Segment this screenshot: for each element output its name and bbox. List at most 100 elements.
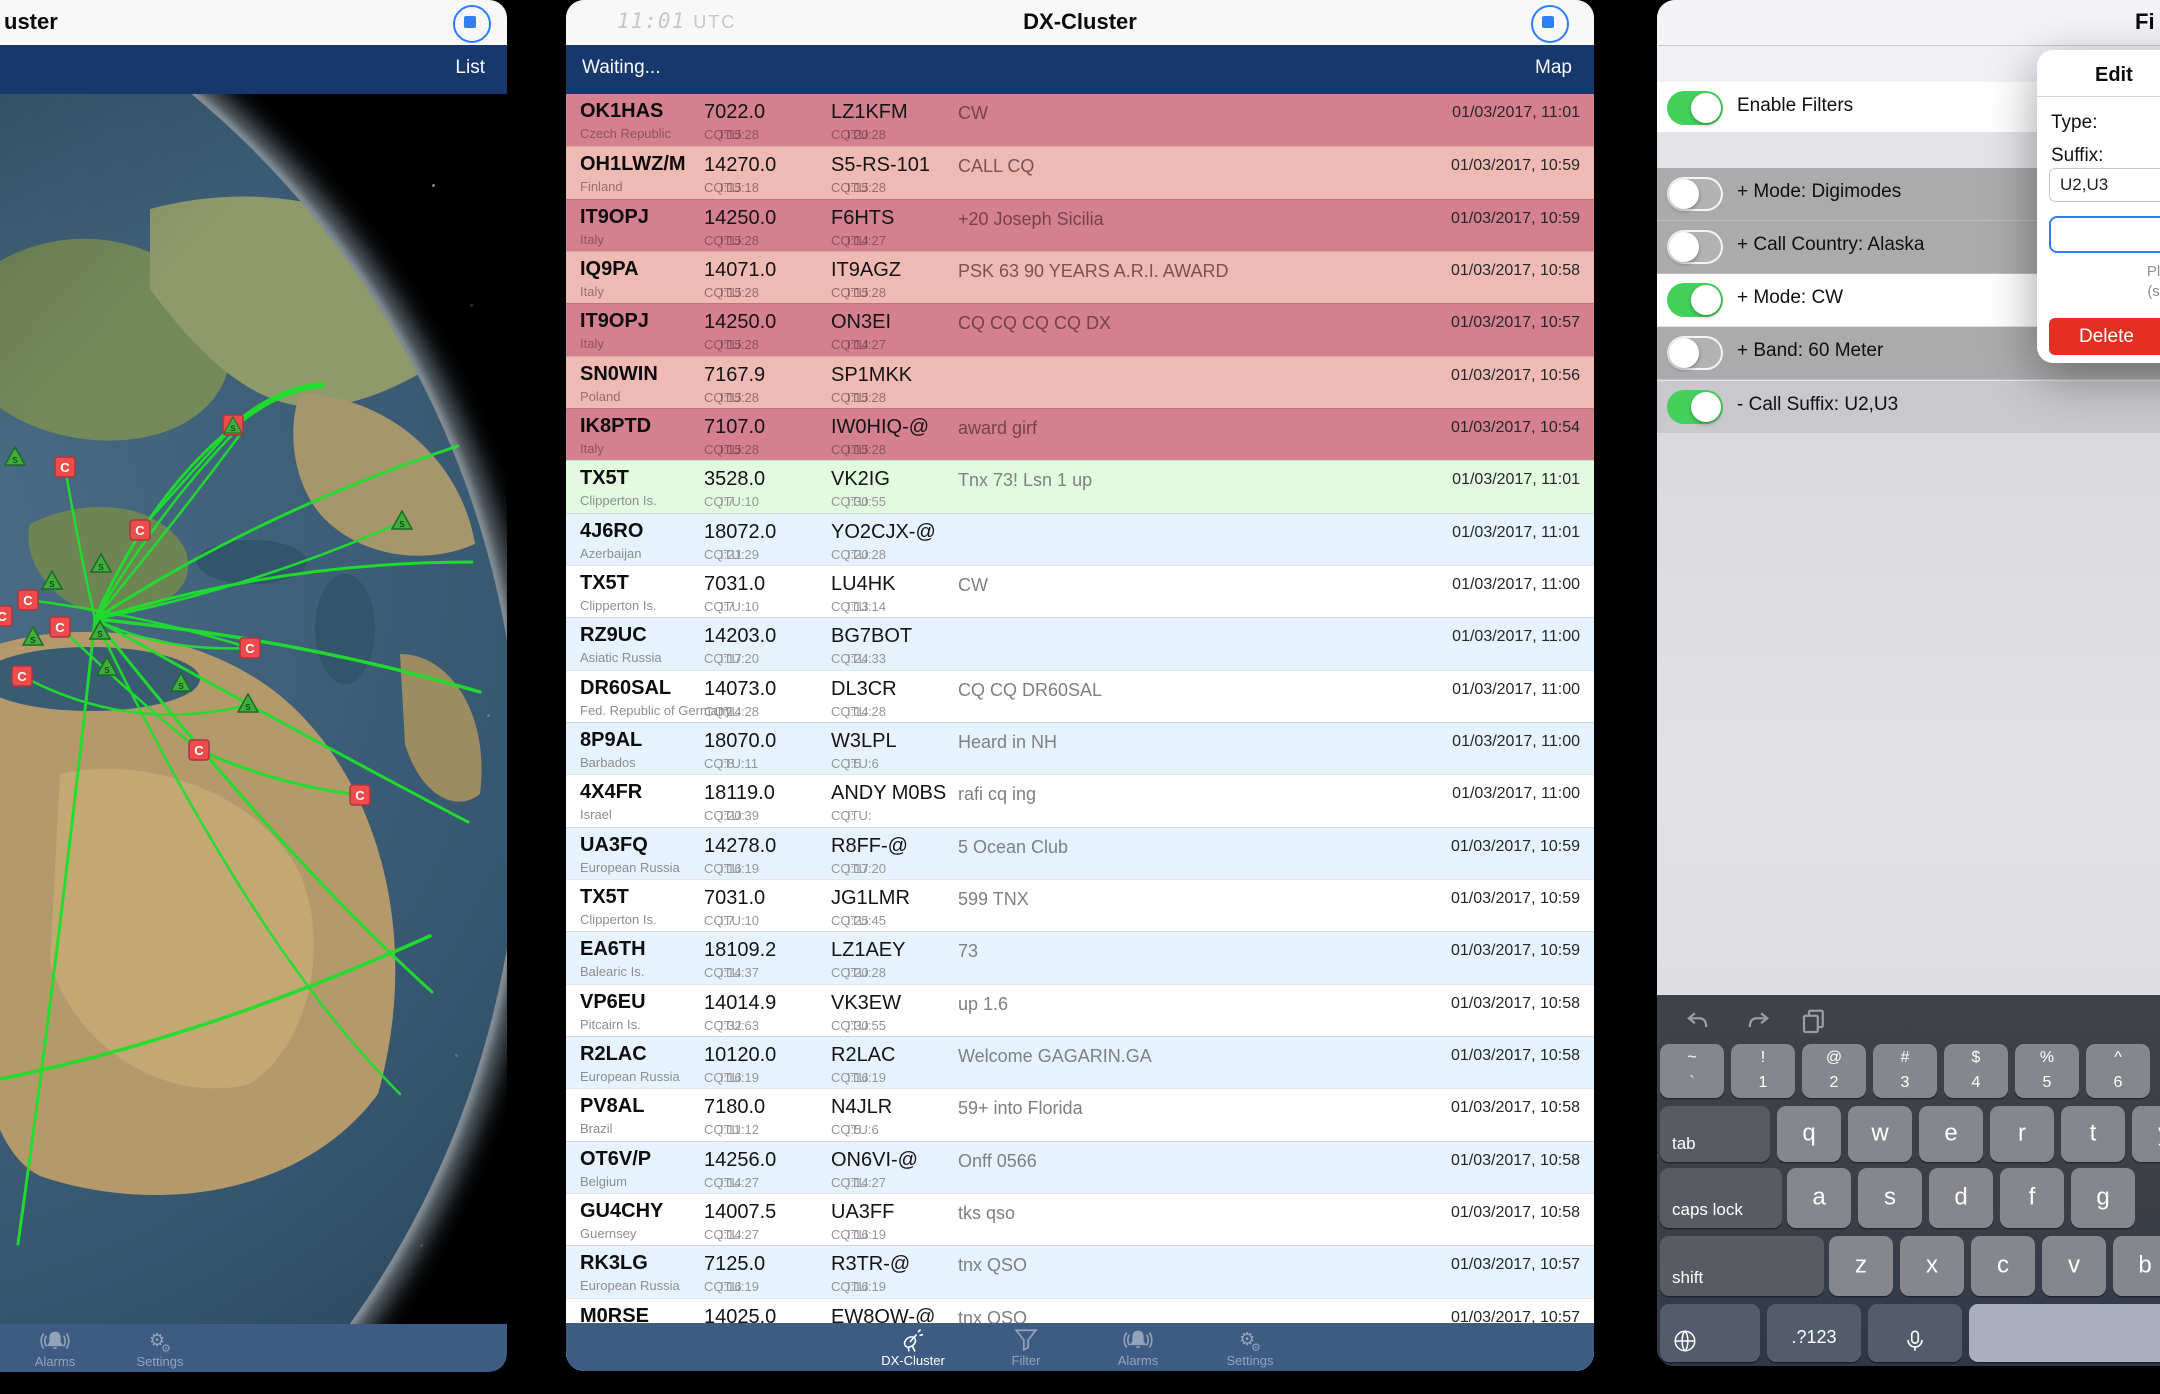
cluster-marker[interactable]: C (18, 590, 38, 610)
svg-text:C: C (60, 460, 70, 475)
spot-row[interactable]: OT6V/PBelgium14256.0CQ:14ITU:27ON6VI-@CQ… (566, 1141, 1594, 1195)
key-w[interactable]: w (1848, 1106, 1912, 1162)
spot-row[interactable]: 4X4FRIsrael18119.0CQ:20ITU:39ANDY M0BSCQ… (566, 774, 1594, 828)
key-f[interactable]: f (2000, 1168, 2064, 1228)
selected-spot-marker[interactable]: s (223, 415, 243, 435)
cluster-marker[interactable]: C (240, 638, 260, 658)
key-q[interactable]: q (1777, 1106, 1841, 1162)
spot-row[interactable]: IQ9PAItaly14071.0CQ:15ITU:28IT9AGZCQ:15I… (566, 251, 1594, 305)
spot-timestamp: 01/03/2017, 11:00 (1452, 785, 1580, 803)
spot-row[interactable]: EA6THBalearic Is.18109.2CQ:14ITU:37LZ1AE… (566, 931, 1594, 985)
spot-row[interactable]: DR60SALFed. Republic of Germany14073.0CQ… (566, 670, 1594, 724)
spot-row[interactable]: R2LACEuropean Russia10120.0CQ:16ITU:19R2… (566, 1036, 1594, 1090)
spot-row[interactable]: PV8ALBrazil7180.0CQ:11ITU:12N4JLRCQ:5ITU… (566, 1088, 1594, 1142)
stop-button[interactable] (453, 5, 491, 43)
key-`[interactable]: ~` (1660, 1044, 1724, 1098)
popover-title: Edit (2095, 64, 2133, 87)
key-b[interactable]: b (2113, 1236, 2160, 1296)
filter-toggle[interactable] (1667, 390, 1723, 424)
cluster-marker[interactable]: C (0, 606, 12, 626)
key-5[interactable]: %5 (2015, 1044, 2079, 1098)
key-space[interactable] (1969, 1304, 2160, 1362)
suffix-input[interactable] (2049, 168, 2160, 202)
spot-callsign: RZ9UC (580, 624, 647, 647)
spot-row[interactable]: IT9OPJItaly14250.0CQ:15ITU:28F6HTSCQ:14I… (566, 199, 1594, 253)
key-t[interactable]: t (2061, 1106, 2125, 1162)
spot-row[interactable]: IT9OPJItaly14250.0CQ:15ITU:28ON3EICQ:14I… (566, 303, 1594, 357)
spot-row[interactable]: OH1LWZ/MFinland14270.0CQ:15ITU:18S5-RS-1… (566, 146, 1594, 200)
spot-row[interactable]: UA3FQEuropean Russia14278.0CQ:16ITU:19R8… (566, 827, 1594, 881)
tab-settings[interactable]: ⚙⚙ Settings (1190, 1327, 1310, 1368)
filter-toggle[interactable] (1667, 283, 1723, 317)
key-1[interactable]: !1 (1731, 1044, 1795, 1098)
key-letter: s (1858, 1183, 1922, 1211)
key-s[interactable]: s (1858, 1168, 1922, 1228)
filter-row[interactable]: - Call Suffix: U2,U3 (1657, 381, 2160, 433)
key-a[interactable]: a (1787, 1168, 1851, 1228)
cluster-marker[interactable]: C (12, 666, 32, 686)
tab-dx-cluster[interactable]: DX-Cluster (853, 1327, 973, 1368)
filter-toggle[interactable] (1667, 336, 1723, 370)
key-v[interactable]: v (2042, 1236, 2106, 1296)
tab-settings[interactable]: ⚙⚙ Settings (100, 1328, 220, 1369)
include-button[interactable]: Include (2049, 216, 2160, 253)
delete-button[interactable]: Delete (2049, 318, 2160, 355)
key-c[interactable]: c (1971, 1236, 2035, 1296)
key-e[interactable]: e (1919, 1106, 1983, 1162)
spot-country: European Russia (580, 860, 680, 875)
spot-row[interactable]: TX5TClipperton Is.3528.0CQ:7ITU:10VK2IGC… (566, 460, 1594, 514)
tab-filter[interactable]: Filter (966, 1327, 1086, 1368)
key-z[interactable]: z (1829, 1236, 1893, 1296)
map-subbar: List (0, 45, 507, 94)
spot-row[interactable]: IK8PTDItaly7107.0CQ:15ITU:28IW0HIQ-@CQ:1… (566, 408, 1594, 462)
globe-map[interactable]: CCCCCCCCCssssssssss (0, 94, 507, 1324)
key-2[interactable]: @2 (1802, 1044, 1866, 1098)
cluster-marker[interactable]: C (350, 785, 370, 805)
key-caps-lock[interactable]: caps lock (1660, 1168, 1782, 1228)
spot-row[interactable]: RZ9UCAsiatic Russia14203.0CQ:17ITU:20BG7… (566, 617, 1594, 671)
svg-text:s: s (245, 701, 251, 713)
spot-row[interactable]: 8P9ALBarbados18070.0CQ:8ITU:11W3LPLCQ:5I… (566, 722, 1594, 776)
spot-comment: tks qso (958, 1203, 1015, 1224)
key-number: 4 (1944, 1074, 2008, 1092)
dx-itu-zone: ITU:12 (720, 1122, 759, 1137)
key-shift[interactable]: shift (1660, 1236, 1824, 1296)
stop-button[interactable] (1531, 5, 1569, 43)
key-6[interactable]: ^6 (2086, 1044, 2150, 1098)
key-tab[interactable]: tab (1660, 1106, 1770, 1162)
list-button[interactable]: List (455, 57, 485, 79)
spot-row[interactable]: GU4CHYGuernsey14007.5CQ:14ITU:27UA3FFCQ:… (566, 1193, 1594, 1247)
cluster-marker[interactable]: C (50, 617, 70, 637)
key-r[interactable]: r (1990, 1106, 2054, 1162)
spot-row[interactable]: RK3LGEuropean Russia7125.0CQ:16ITU:19R3T… (566, 1245, 1594, 1299)
key-x[interactable]: x (1900, 1236, 1964, 1296)
key-numbers[interactable]: .?123 (1767, 1304, 1861, 1362)
key-globe[interactable] (1660, 1304, 1760, 1362)
filter-toggle[interactable] (1667, 177, 1723, 211)
spot-row[interactable]: OK1HASCzech Republic7022.0CQ:15ITU:28LZ1… (566, 94, 1594, 147)
redo-icon[interactable] (1741, 1007, 1771, 1035)
spot-row[interactable]: TX5TClipperton Is.7031.0CQ:7ITU:10LU4HKC… (566, 565, 1594, 619)
key-d[interactable]: d (1929, 1168, 1993, 1228)
filter-toggle[interactable] (1667, 91, 1723, 125)
map-button[interactable]: Map (1535, 57, 1572, 79)
key-3[interactable]: #3 (1873, 1044, 1937, 1098)
spot-row[interactable]: TX5TClipperton Is.7031.0CQ:7ITU:10JG1LMR… (566, 879, 1594, 933)
tab-alarms[interactable]: Alarms (0, 1328, 115, 1369)
key-y[interactable]: y (2132, 1106, 2160, 1162)
paste-clipboard-icon[interactable] (1799, 1007, 1829, 1035)
spot-row[interactable]: 4J6ROAzerbaijan18072.0CQ:21ITU:29YO2CJX-… (566, 513, 1594, 567)
cluster-marker[interactable]: C (189, 740, 209, 760)
spot-callsign: R2LAC (580, 1043, 647, 1066)
key-4[interactable]: $4 (1944, 1044, 2008, 1098)
undo-icon[interactable] (1685, 1007, 1715, 1035)
spot-row[interactable]: VP6EUPitcairn Is.14014.9CQ:32ITU:63VK3EW… (566, 984, 1594, 1038)
key-dictation[interactable] (1868, 1304, 1962, 1362)
key-g[interactable]: g (2071, 1168, 2135, 1228)
cluster-marker[interactable]: C (55, 457, 75, 477)
filter-toggle[interactable] (1667, 230, 1723, 264)
cluster-marker[interactable]: C (130, 520, 150, 540)
alarms-bell-icon (1078, 1327, 1198, 1354)
spot-row[interactable]: SN0WINPoland7167.9CQ:15ITU:28SP1MKKCQ:15… (566, 356, 1594, 410)
tab-alarms[interactable]: Alarms (1078, 1327, 1198, 1368)
